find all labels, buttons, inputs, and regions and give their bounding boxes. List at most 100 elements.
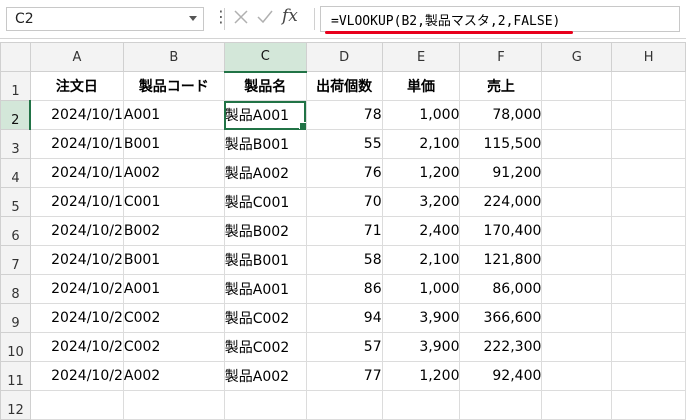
cell-quantity[interactable]: 77 <box>305 361 383 391</box>
cell-product-name[interactable]: 製品C002 <box>223 303 307 333</box>
chevron-down-icon[interactable] <box>189 16 197 21</box>
select-all-corner[interactable] <box>0 42 31 72</box>
cell-unit-price[interactable]: 1,200 <box>381 361 461 391</box>
cell[interactable] <box>541 216 613 246</box>
cell-sales[interactable]: 86,000 <box>459 274 543 304</box>
cell[interactable] <box>541 303 613 333</box>
row-header-10[interactable]: 10 <box>0 332 31 362</box>
cell[interactable] <box>29 390 124 420</box>
column-header-d[interactable]: D <box>305 42 383 72</box>
cell-product-code[interactable]: C002 <box>122 332 225 362</box>
cell[interactable] <box>611 245 686 275</box>
cell[interactable] <box>223 390 307 420</box>
cell-quantity[interactable]: 78 <box>305 100 383 130</box>
cell[interactable] <box>611 71 686 101</box>
cell-order-date[interactable]: 2024/10/2 <box>29 303 124 333</box>
header-order-date[interactable]: 注文日 <box>29 71 124 101</box>
cell-quantity[interactable]: 57 <box>305 332 383 362</box>
column-header-c[interactable]: C <box>223 42 307 73</box>
cell-quantity[interactable]: 94 <box>305 303 383 333</box>
cell[interactable] <box>122 390 225 420</box>
cell-order-date[interactable]: 2024/10/2 <box>29 332 124 362</box>
cell-product-code[interactable]: A002 <box>122 361 225 391</box>
cell[interactable] <box>611 100 686 130</box>
cell[interactable] <box>305 390 383 420</box>
column-header-g[interactable]: G <box>541 42 613 72</box>
cell-sales[interactable]: 366,600 <box>459 303 543 333</box>
row-header-9[interactable]: 9 <box>0 303 31 333</box>
cell-product-code[interactable]: A001 <box>122 274 225 304</box>
enter-check-icon[interactable] <box>256 8 274 30</box>
cell-product-name[interactable]: 製品C002 <box>223 332 307 362</box>
cell-product-name[interactable]: 製品B001 <box>223 245 307 275</box>
header-product-name[interactable]: 製品名 <box>223 71 307 101</box>
cell-product-code[interactable]: C002 <box>122 303 225 333</box>
cell-product-code[interactable]: B001 <box>122 245 225 275</box>
row-header-7[interactable]: 7 <box>0 245 31 275</box>
column-header-b[interactable]: B <box>122 42 225 72</box>
cell-order-date[interactable]: 2024/10/2 <box>29 274 124 304</box>
row-header-8[interactable]: 8 <box>0 274 31 304</box>
cell-quantity[interactable]: 76 <box>305 158 383 188</box>
cell-unit-price[interactable]: 1,000 <box>381 100 461 130</box>
cell[interactable] <box>541 274 613 304</box>
cell-product-name[interactable]: 製品C001 <box>223 187 307 217</box>
column-header-e[interactable]: E <box>381 42 461 72</box>
cell-order-date[interactable]: 2024/10/1 <box>29 187 124 217</box>
cell-unit-price[interactable]: 1,000 <box>381 274 461 304</box>
row-header-4[interactable]: 4 <box>0 158 31 188</box>
header-product-code[interactable]: 製品コード <box>122 71 225 101</box>
cell-sales[interactable]: 121,800 <box>459 245 543 275</box>
cell-order-date[interactable]: 2024/10/1 <box>29 158 124 188</box>
cell[interactable] <box>611 129 686 159</box>
column-header-f[interactable]: F <box>459 42 543 72</box>
cell-product-name[interactable]: 製品A002 <box>223 158 307 188</box>
cell[interactable] <box>541 332 613 362</box>
cell[interactable] <box>541 158 613 188</box>
more-options-icon[interactable]: ⋮ <box>213 9 229 25</box>
cell-sales[interactable]: 115,500 <box>459 129 543 159</box>
fill-handle[interactable] <box>298 122 306 129</box>
cell-sales[interactable]: 170,400 <box>459 216 543 246</box>
cell[interactable] <box>611 303 686 333</box>
cell[interactable] <box>541 390 613 420</box>
cell-quantity[interactable]: 58 <box>305 245 383 275</box>
row-header-12[interactable]: 12 <box>0 390 31 420</box>
formula-input[interactable]: =VLOOKUP(B2,製品マスタ,2,FALSE) <box>320 6 680 32</box>
cell-product-name[interactable]: 製品A002 <box>223 361 307 391</box>
cell-product-code[interactable]: A002 <box>122 158 225 188</box>
cell-unit-price[interactable]: 3,900 <box>381 303 461 333</box>
row-header-3[interactable]: 3 <box>0 129 31 159</box>
cell[interactable] <box>611 390 686 420</box>
cell-quantity[interactable]: 71 <box>305 216 383 246</box>
header-quantity[interactable]: 出荷個数 <box>305 71 383 101</box>
cell-unit-price[interactable]: 2,100 <box>381 245 461 275</box>
cell[interactable] <box>381 390 461 420</box>
cell-sales[interactable]: 91,200 <box>459 158 543 188</box>
cell[interactable] <box>611 361 686 391</box>
row-header-2[interactable]: 2 <box>0 100 32 130</box>
cell-unit-price[interactable]: 3,200 <box>381 187 461 217</box>
name-box[interactable]: C2 <box>6 7 204 31</box>
cell[interactable] <box>459 390 543 420</box>
cancel-icon[interactable] <box>232 8 250 30</box>
cell[interactable] <box>541 71 613 101</box>
cell-quantity[interactable]: 86 <box>305 274 383 304</box>
cell[interactable] <box>611 274 686 304</box>
row-header-5[interactable]: 5 <box>0 187 31 217</box>
header-unit-price[interactable]: 単価 <box>381 71 461 101</box>
cell[interactable] <box>541 100 613 130</box>
cell-unit-price[interactable]: 2,100 <box>381 129 461 159</box>
cell-product-code[interactable]: B002 <box>122 216 225 246</box>
cell-order-date[interactable]: 2024/10/1 <box>29 129 124 159</box>
cell-product-code[interactable]: A001 <box>122 100 225 130</box>
cell-unit-price[interactable]: 2,400 <box>381 216 461 246</box>
cell-product-name-selected[interactable]: 製品A001 <box>223 100 307 130</box>
cell[interactable] <box>611 187 686 217</box>
cell[interactable] <box>541 361 613 391</box>
cell-product-name[interactable]: 製品B002 <box>223 216 307 246</box>
row-header-6[interactable]: 6 <box>0 216 31 246</box>
cell-unit-price[interactable]: 3,900 <box>381 332 461 362</box>
cell[interactable] <box>541 187 613 217</box>
cell-product-code[interactable]: B001 <box>122 129 225 159</box>
